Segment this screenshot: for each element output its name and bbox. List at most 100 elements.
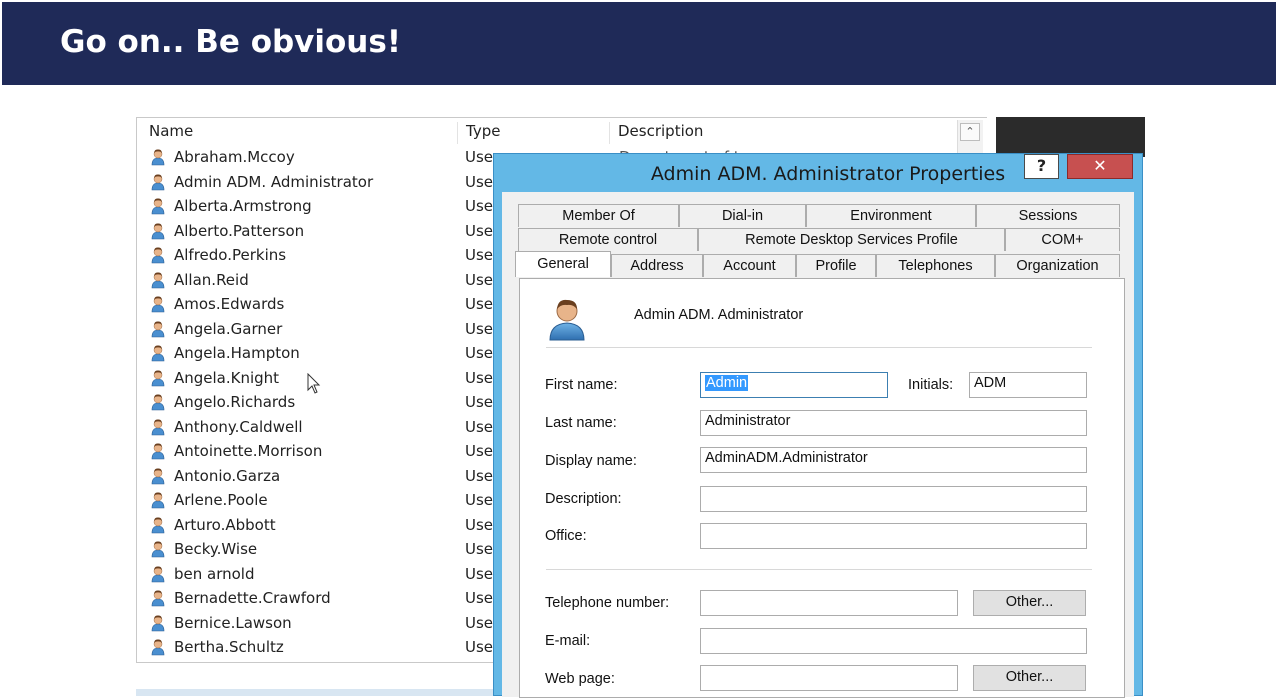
user-name: Angela.Hampton — [174, 344, 300, 362]
last-name-field[interactable]: Administrator — [700, 410, 1087, 436]
telephone-label: Telephone number: — [545, 595, 670, 611]
user-name: Admin ADM. Administrator — [174, 172, 374, 191]
initials-label: Initials: — [908, 377, 954, 393]
slide-title: Go on.. Be obvious! — [60, 24, 401, 60]
user-icon — [150, 246, 166, 264]
user-type: Use — [465, 295, 494, 313]
user-type: Use — [465, 270, 494, 289]
first-name-label: First name: — [545, 377, 618, 393]
user-icon — [150, 418, 166, 436]
user-name: Angela.Garner — [174, 319, 283, 338]
user-name: Bernadette.Crawford — [174, 589, 331, 607]
email-label: E-mail: — [545, 633, 591, 649]
tab-profile[interactable]: Profile — [796, 254, 876, 277]
user-type: Use — [465, 368, 494, 387]
user-name: Alfredo.Perkins — [174, 246, 287, 264]
user-name: Antonio.Garza — [174, 466, 281, 485]
user-icon — [150, 148, 166, 166]
user-name: Anthony.Caldwell — [174, 417, 303, 436]
user-name: Bertha.Schultz — [174, 638, 284, 656]
display-name-field[interactable]: AdminADM.Administrator — [700, 447, 1087, 473]
tab-general[interactable]: General — [515, 251, 611, 277]
user-name: Abraham.Mccoy — [174, 148, 295, 166]
tab-sessions[interactable]: Sessions — [976, 204, 1120, 227]
slide-title-banner: Go on.. Be obvious! — [2, 2, 1276, 85]
last-name-label: Last name: — [545, 415, 617, 431]
user-type: Use — [465, 393, 494, 411]
user-icon — [150, 173, 166, 191]
tab-dial-in[interactable]: Dial-in — [679, 204, 806, 227]
user-icon — [150, 540, 166, 558]
column-header-name[interactable]: Name — [141, 122, 457, 144]
user-icon — [549, 299, 585, 341]
tab-remote-control[interactable]: Remote control — [518, 228, 698, 251]
close-button[interactable]: ✕ — [1067, 154, 1133, 179]
user-icon — [150, 295, 166, 313]
scroll-up-button[interactable]: ⌃ — [960, 123, 980, 141]
user-type: Use — [465, 564, 494, 583]
user-icon — [150, 344, 166, 362]
office-label: Office: — [545, 528, 587, 544]
telephone-field[interactable] — [700, 590, 958, 616]
email-field[interactable] — [700, 628, 1087, 654]
telephone-other-button[interactable]: Other... — [973, 590, 1086, 616]
user-icon — [150, 442, 166, 460]
office-field[interactable] — [700, 523, 1087, 549]
object-display-name: Admin ADM. Administrator — [634, 307, 804, 323]
description-field[interactable] — [700, 486, 1087, 512]
user-name: Amos.Edwards — [174, 295, 285, 313]
tab-member-of[interactable]: Member Of — [518, 204, 679, 227]
user-type: Use — [465, 466, 494, 485]
user-type: Use — [465, 319, 494, 338]
properties-dialog: Admin ADM. Administrator Properties ? ✕ … — [493, 153, 1143, 698]
column-header-description[interactable]: Description — [609, 122, 949, 144]
display-name-label: Display name: — [545, 453, 637, 469]
user-type: Use — [465, 344, 494, 362]
user-type: Use — [465, 417, 494, 436]
initials-field[interactable]: ADM — [969, 372, 1087, 398]
user-icon — [150, 638, 166, 656]
tab-organization[interactable]: Organization — [995, 254, 1120, 277]
user-name: Angelo.Richards — [174, 393, 296, 411]
user-type: Use — [465, 246, 494, 264]
tab-account[interactable]: Account — [703, 254, 796, 277]
user-icon — [150, 467, 166, 485]
user-type: Use — [465, 589, 494, 607]
user-icon — [150, 393, 166, 411]
user-icon — [150, 614, 166, 632]
user-icon — [150, 271, 166, 289]
list-header: Name Type Description — [137, 118, 987, 144]
user-type: Use — [465, 221, 494, 240]
user-icon — [150, 589, 166, 607]
user-icon — [150, 516, 166, 534]
user-type: Use — [465, 491, 494, 509]
help-button[interactable]: ? — [1024, 154, 1059, 179]
column-header-type[interactable]: Type — [457, 122, 607, 144]
user-icon — [150, 369, 166, 387]
user-name: Angela.Knight — [174, 368, 280, 387]
tab-rds-profile[interactable]: Remote Desktop Services Profile — [698, 228, 1005, 251]
tab-environment[interactable]: Environment — [806, 204, 976, 227]
webpage-field[interactable] — [700, 665, 958, 691]
general-tab-content: Admin ADM. Administrator First name: Adm… — [519, 278, 1125, 698]
webpage-label: Web page: — [545, 671, 615, 687]
webpage-other-button[interactable]: Other... — [973, 665, 1086, 691]
user-name: ben arnold — [174, 564, 255, 583]
first-name-field[interactable]: Admin — [700, 372, 888, 398]
user-type: Use — [465, 638, 494, 656]
user-icon — [150, 491, 166, 509]
user-name: Antoinette.Morrison — [174, 442, 323, 460]
user-name: Bernice.Lawson — [174, 613, 292, 632]
user-type: Use — [465, 540, 494, 558]
user-name: Alberto.Patterson — [174, 221, 305, 240]
description-label: Description: — [545, 491, 622, 507]
tab-address[interactable]: Address — [611, 254, 703, 277]
user-name: Alberta.Armstrong — [174, 197, 312, 215]
user-type: Use — [465, 442, 494, 460]
tab-telephones[interactable]: Telephones — [876, 254, 995, 277]
user-name: Allan.Reid — [174, 270, 249, 289]
status-strip — [136, 689, 496, 696]
tab-com-plus[interactable]: COM+ — [1005, 228, 1120, 251]
background-window — [996, 117, 1145, 157]
user-type: Use — [465, 197, 494, 215]
